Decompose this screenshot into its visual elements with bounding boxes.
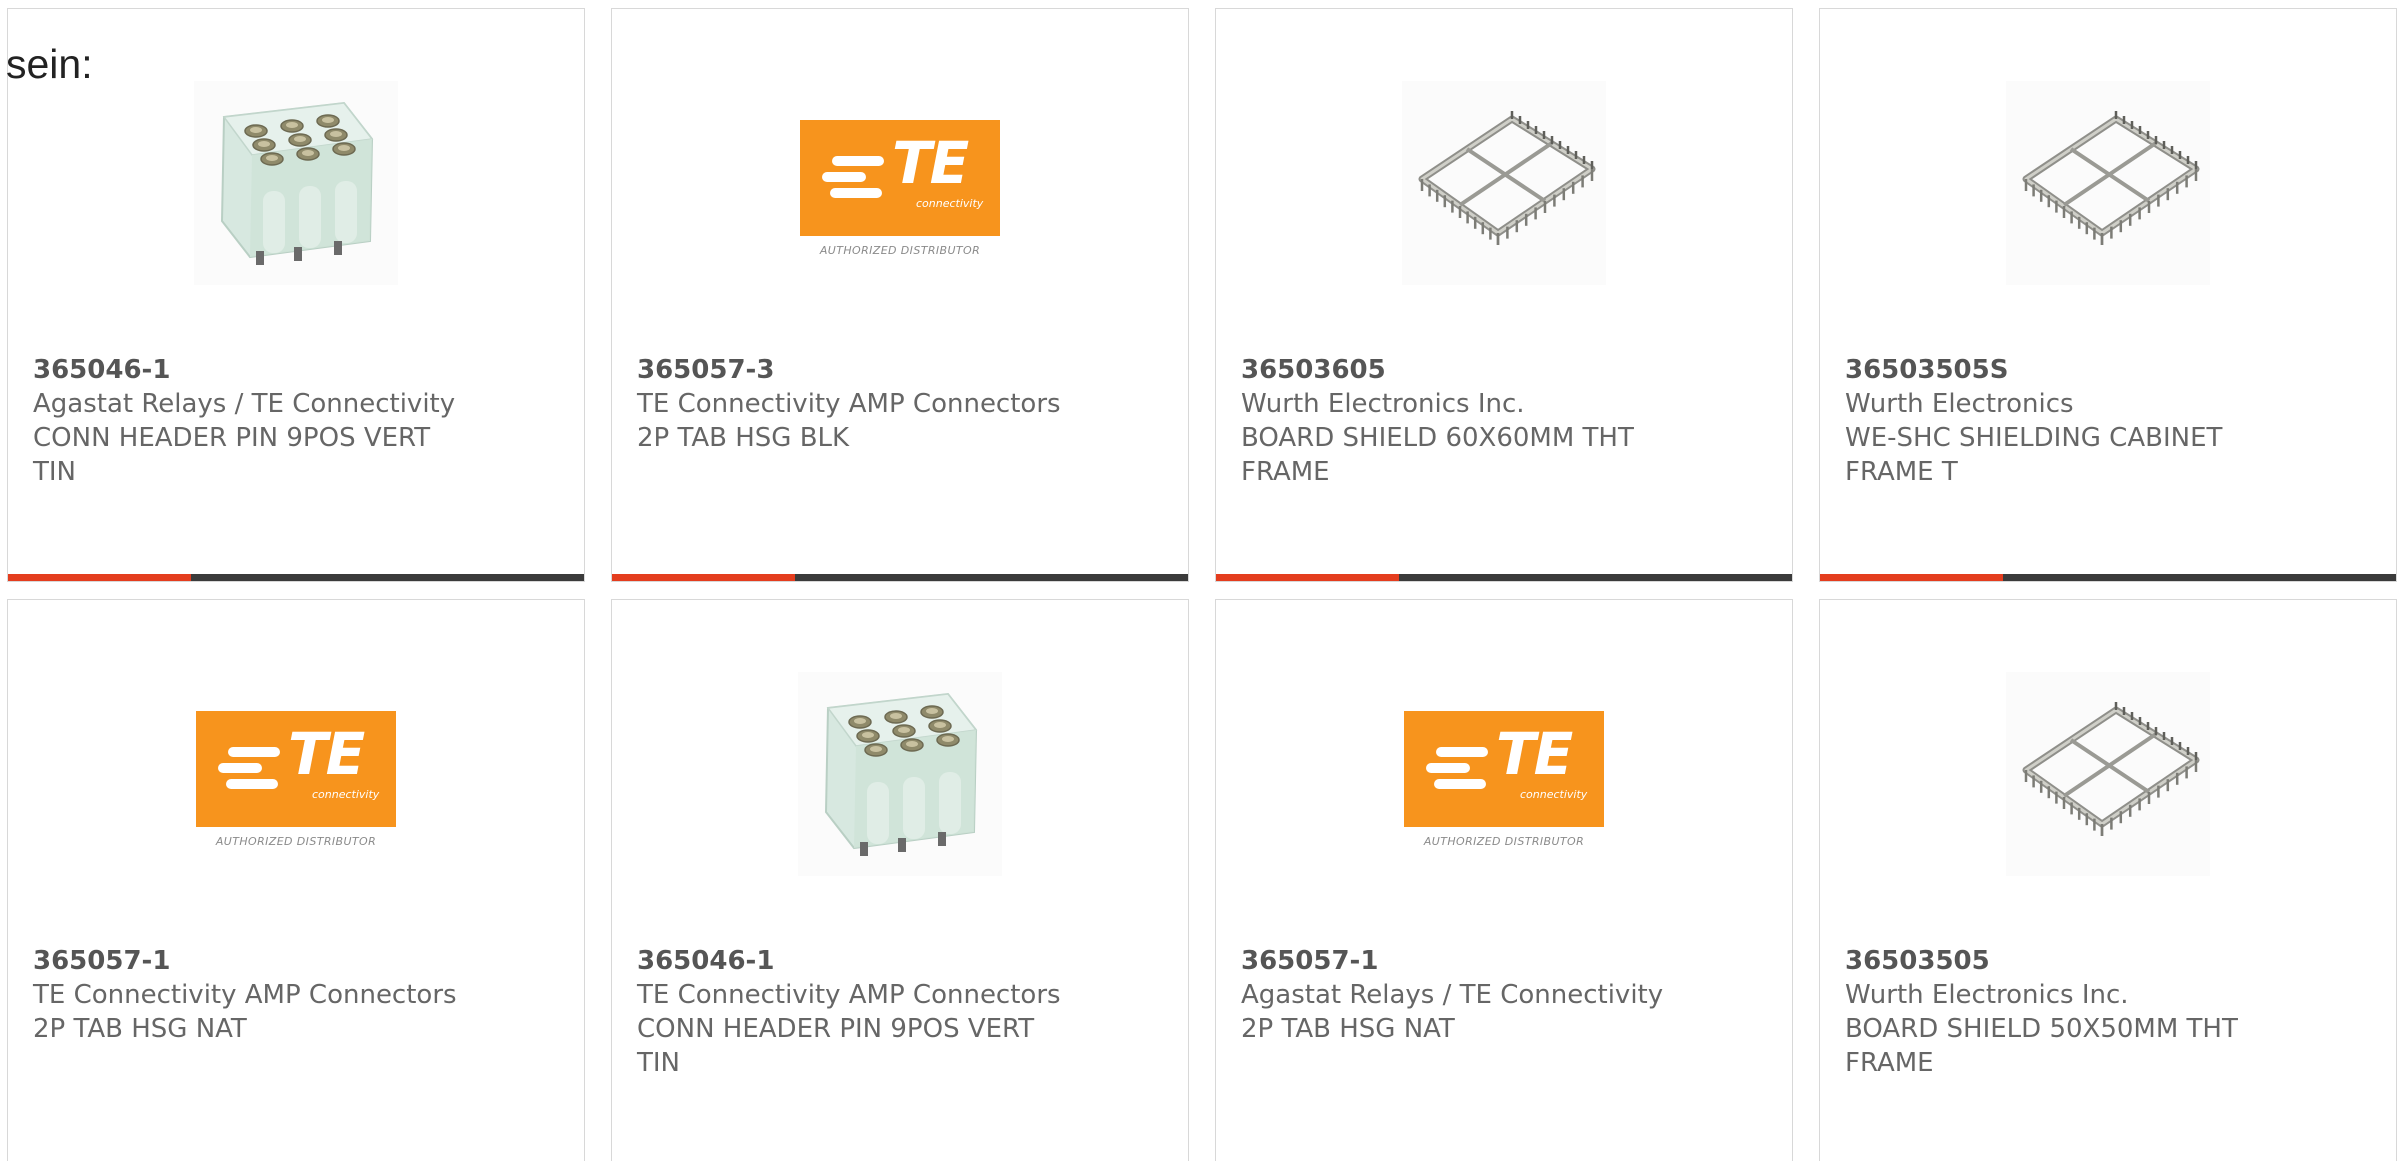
te-connectivity-logo: TE connectivity AUTHORIZED DISTRIBUTOR	[1402, 694, 1606, 854]
part-number[interactable]: 365046-1	[33, 353, 473, 387]
card-accent-bar	[8, 574, 191, 581]
manufacturer: Agastat Relays / TE Connectivity	[33, 389, 456, 419]
shield-frame-photo	[2006, 672, 2210, 876]
product-card[interactable]: TE connectivity AUTHORIZED DISTRIBUTOR 365…	[1215, 599, 1793, 1161]
manufacturer: TE Connectivity AMP Connectors	[33, 980, 457, 1010]
te-logo-mark: TE	[892, 129, 969, 197]
manufacturer: Agastat Relays / TE Connectivity	[1241, 980, 1664, 1010]
te-logo-tagline: connectivity	[916, 197, 984, 210]
product-image[interactable]	[798, 672, 1002, 876]
product-image[interactable]	[194, 81, 398, 285]
shield-frame-photo	[2006, 81, 2210, 285]
te-logo-tagline: connectivity	[1520, 788, 1588, 801]
te-logo-tagline: connectivity	[312, 788, 380, 801]
product-image[interactable]: TE connectivity AUTHORIZED DISTRIBUTOR	[798, 81, 1002, 285]
description: 2P TAB HSG NAT	[1241, 1014, 1455, 1044]
description: WE-SHC SHIELDING CABINET FRAME T	[1845, 423, 2223, 487]
part-number[interactable]: 365046-1	[637, 944, 1077, 978]
product-card[interactable]: TE connectivity AUTHORIZED DISTRIBUTOR 365…	[611, 8, 1189, 582]
part-number[interactable]: 36503605	[1241, 353, 1681, 387]
te-connectivity-logo: TE connectivity AUTHORIZED DISTRIBUTOR	[194, 694, 398, 854]
te-logo-caption: AUTHORIZED DISTRIBUTOR	[215, 835, 377, 848]
product-image[interactable]	[2006, 672, 2210, 876]
card-bottom-bar	[612, 574, 1188, 581]
description: CONN HEADER PIN 9POS VERT TIN	[33, 423, 431, 487]
card-bottom-bar	[1820, 574, 2396, 581]
description: 2P TAB HSG BLK	[637, 423, 850, 453]
card-accent-bar	[1820, 574, 2003, 581]
description: CONN HEADER PIN 9POS VERT TIN	[637, 1014, 1035, 1078]
te-connectivity-logo: TE connectivity AUTHORIZED DISTRIBUTOR	[798, 103, 1002, 263]
te-logo-mark: TE	[288, 720, 365, 788]
product-card[interactable]: 36503505 Wurth Electronics Inc. BOARD SH…	[1819, 599, 2397, 1161]
part-number[interactable]: 365057-1	[1241, 944, 1681, 978]
description: BOARD SHIELD 50X50MM THT FRAME	[1845, 1014, 2238, 1078]
product-image[interactable]	[2006, 81, 2210, 285]
card-accent-bar	[612, 574, 795, 581]
te-logo-caption: AUTHORIZED DISTRIBUTOR	[1423, 835, 1585, 848]
product-card[interactable]: 365046-1 TE Connectivity AMP Connectors …	[611, 599, 1189, 1161]
product-image[interactable]: TE connectivity AUTHORIZED DISTRIBUTOR	[1402, 672, 1606, 876]
card-bottom-bar	[8, 574, 584, 581]
card-bottom-bar	[1216, 574, 1792, 581]
te-logo-caption: AUTHORIZED DISTRIBUTOR	[819, 244, 981, 257]
product-card[interactable]: 36503505S Wurth Electronics WE-SHC SHIEL…	[1819, 8, 2397, 582]
part-number[interactable]: 36503505	[1845, 944, 2285, 978]
product-card[interactable]: 36503605 Wurth Electronics Inc. BOARD SH…	[1215, 8, 1793, 582]
description: 2P TAB HSG NAT	[33, 1014, 247, 1044]
product-card[interactable]: 365046-1 Agastat Relays / TE Connectivit…	[7, 8, 585, 582]
intro-text: sein:	[6, 41, 93, 87]
connector-header-photo	[798, 672, 1002, 876]
description: BOARD SHIELD 60X60MM THT FRAME	[1241, 423, 1634, 487]
connector-header-photo	[194, 81, 398, 285]
manufacturer: Wurth Electronics Inc.	[1241, 389, 1525, 419]
part-number[interactable]: 36503505S	[1845, 353, 2285, 387]
te-logo-mark: TE	[1496, 720, 1573, 788]
part-number[interactable]: 365057-1	[33, 944, 473, 978]
product-image[interactable]	[1402, 81, 1606, 285]
shield-frame-photo	[1402, 81, 1606, 285]
manufacturer: TE Connectivity AMP Connectors	[637, 980, 1061, 1010]
product-card[interactable]: TE connectivity AUTHORIZED DISTRIBUTOR 365…	[7, 599, 585, 1161]
part-number[interactable]: 365057-3	[637, 353, 1077, 387]
card-accent-bar	[1216, 574, 1399, 581]
product-image[interactable]: TE connectivity AUTHORIZED DISTRIBUTOR	[194, 672, 398, 876]
manufacturer: TE Connectivity AMP Connectors	[637, 389, 1061, 419]
manufacturer: Wurth Electronics Inc.	[1845, 980, 2129, 1010]
manufacturer: Wurth Electronics	[1845, 389, 2074, 419]
